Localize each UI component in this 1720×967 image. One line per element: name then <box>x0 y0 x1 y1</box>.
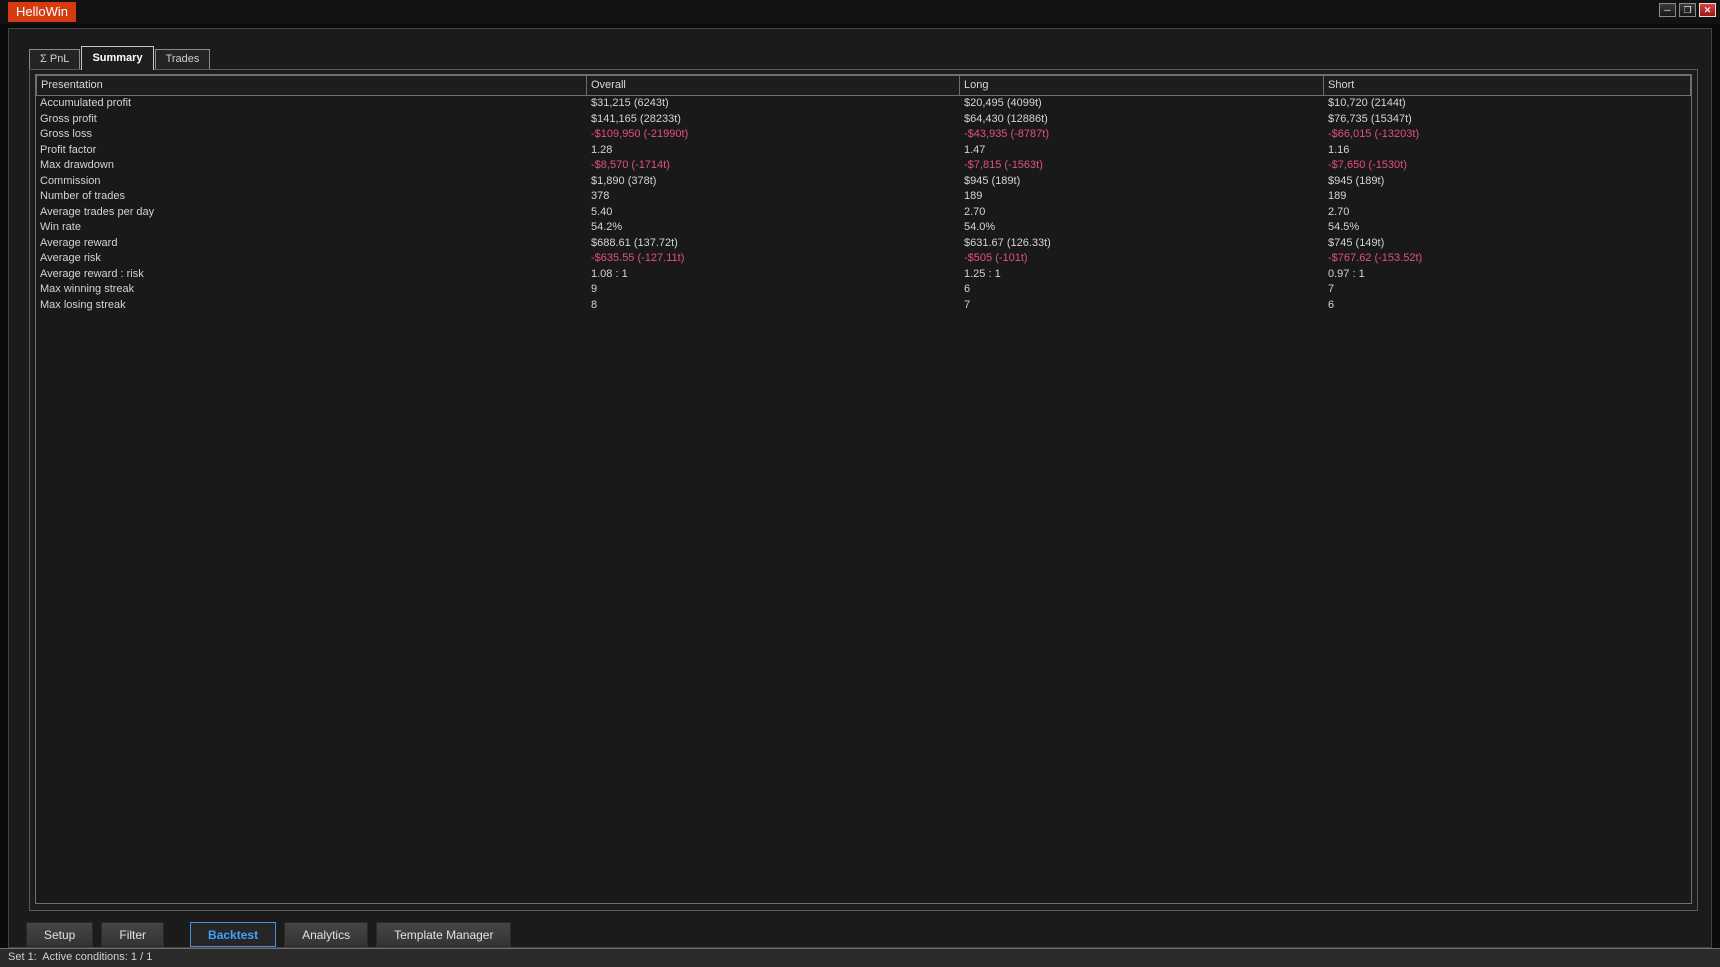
value-short: 54.5% <box>1328 221 1360 233</box>
row-label: Gross profit <box>40 112 97 125</box>
table-row[interactable]: Commission $1,890 (378t) $945 (189t) $945 (… <box>36 174 1691 190</box>
value-long: $20,495 (4099t) <box>964 97 1042 109</box>
bottom-tab-filter[interactable]: Filter <box>101 921 165 947</box>
value-overall: 8 <box>591 298 598 311</box>
table-row[interactable]: Gross loss -$109,950 (-21990t) -$43,935 (-… <box>36 127 1691 143</box>
row-label: Average reward : risk <box>40 267 144 280</box>
value-long: 189 <box>964 190 983 202</box>
tab--pnl[interactable]: Σ PnL <box>29 49 81 69</box>
value-short: $745 (149t) <box>1328 236 1385 249</box>
table-row[interactable]: Max winning streak 9 6 7 <box>36 282 1691 298</box>
value-overall: -$109,950 (-21990t) <box>591 128 689 140</box>
value-long: 1.47 <box>964 143 986 156</box>
row-label: Number of trades <box>40 190 125 202</box>
table-row[interactable]: Max drawdown -$8,570 (-1714t) -$7,815 (-15… <box>36 158 1691 174</box>
restore-icon[interactable]: ❐ <box>1679 3 1696 17</box>
value-long: $631.67 (126.33t) <box>964 236 1051 249</box>
table-row[interactable]: Accumulated profit $31,215 (6243t) $20,495… <box>36 96 1691 112</box>
bottom-tab-analytics[interactable]: Analytics <box>284 921 369 947</box>
table-row[interactable]: Number of trades 378 189 189 <box>36 189 1691 205</box>
minimize-icon[interactable]: ─ <box>1659 3 1676 17</box>
row-label: Max losing streak <box>40 298 126 311</box>
table-body: Accumulated profit $31,215 (6243t) $20,495… <box>36 96 1691 313</box>
value-overall: 54.2% <box>591 221 623 233</box>
column-header-long[interactable]: Long <box>960 75 1324 96</box>
table-header-row: Presentation Overall Long Short <box>36 75 1691 96</box>
table-row[interactable]: Max losing streak 8 7 6 <box>36 298 1691 314</box>
value-short: -$66,015 (-13203t) <box>1328 128 1420 140</box>
value-overall: 1.28 <box>591 143 613 156</box>
window-title: HelloWin <box>8 2 77 22</box>
bottom-tab-setup[interactable]: Setup <box>26 921 94 947</box>
value-long: -$43,935 (-8787t) <box>964 128 1049 140</box>
tab-trades[interactable]: Trades <box>154 49 211 69</box>
row-label: Average trades per day <box>40 205 155 218</box>
row-label: Win rate <box>40 221 81 233</box>
value-short: 189 <box>1328 190 1347 202</box>
value-long: 6 <box>964 283 971 295</box>
value-overall: $141,165 (28233t) <box>591 112 681 125</box>
top-tab-strip: Σ PnL Summary Trades <box>29 45 211 70</box>
status-bar: Set 1: Active conditions: 1 / 1 <box>0 948 1720 967</box>
value-long: -$505 (-101t) <box>964 252 1028 264</box>
row-label: Max drawdown <box>40 159 114 171</box>
close-icon[interactable]: ✕ <box>1699 3 1716 17</box>
value-short: 7 <box>1328 283 1335 295</box>
row-label: Gross loss <box>40 128 92 140</box>
table-row[interactable]: Gross profit $141,165 (28233t) $64,430 (12… <box>36 112 1691 128</box>
app-window: { "window": { "title": "HelloWin", "cont… <box>0 0 1720 967</box>
client-panel: Σ PnL Summary Trades Presentation Overall Lo… <box>8 28 1712 948</box>
table-row[interactable]: Average reward : risk 1.08 : 1 1.25 : 1 0.9… <box>36 267 1691 283</box>
value-long: 1.25 : 1 <box>964 267 1001 280</box>
bottom-tab-template-manager[interactable]: Template Manager <box>376 921 512 947</box>
summary-table: Presentation Overall Long Short Accumulated… <box>35 74 1692 904</box>
value-short: 0.97 : 1 <box>1328 267 1365 280</box>
value-long: 7 <box>964 298 971 311</box>
value-overall: -$635.55 (-127.11t) <box>591 252 685 264</box>
value-short: -$767.62 (-153.52t) <box>1328 252 1423 264</box>
value-long: 54.0% <box>964 221 996 233</box>
value-overall: -$8,570 (-1714t) <box>591 159 670 171</box>
value-long: $945 (189t) <box>964 174 1021 187</box>
table-row[interactable]: Average trades per day 5.40 2.70 2.70 <box>36 205 1691 221</box>
value-overall: 5.40 <box>591 205 613 218</box>
table-row[interactable]: Profit factor 1.28 1.47 1.16 <box>36 143 1691 159</box>
tab-summary[interactable]: Summary <box>81 46 154 70</box>
value-long: $64,430 (12886t) <box>964 112 1048 125</box>
row-label: Max winning streak <box>40 283 135 295</box>
summary-tab-page: Presentation Overall Long Short Accumulated… <box>29 69 1698 911</box>
status-text: Set 1: Active conditions: 1 / 1 <box>8 951 153 963</box>
table-row[interactable]: Win rate 54.2% 54.0% 54.5% <box>36 220 1691 236</box>
value-long: -$7,815 (-1563t) <box>964 159 1043 171</box>
value-short: 1.16 <box>1328 143 1350 156</box>
value-short: $10,720 (2144t) <box>1328 97 1406 109</box>
row-label: Commission <box>40 174 101 187</box>
column-header-overall[interactable]: Overall <box>587 75 960 96</box>
value-overall: 1.08 : 1 <box>591 267 628 280</box>
column-header-presentation[interactable]: Presentation <box>36 75 587 96</box>
row-label: Profit factor <box>40 143 97 156</box>
value-overall: $688.61 (137.72t) <box>591 236 678 249</box>
window-controls: ─ ❐ ✕ <box>1659 3 1716 17</box>
value-short: $76,735 (15347t) <box>1328 112 1412 125</box>
value-short: -$7,650 (-1530t) <box>1328 159 1407 171</box>
value-overall: 9 <box>591 283 598 295</box>
bottom-tab-strip: Setup Filter Backtest Analytics Template Man… <box>26 921 512 947</box>
row-label: Average reward <box>40 236 118 249</box>
value-short: 6 <box>1328 298 1335 311</box>
value-overall: 378 <box>591 190 610 202</box>
value-short: 2.70 <box>1328 205 1350 218</box>
row-label: Accumulated profit <box>40 97 132 109</box>
value-overall: $31,215 (6243t) <box>591 97 669 109</box>
table-row[interactable]: Average risk -$635.55 (-127.11t) -$505 (-1… <box>36 251 1691 267</box>
value-short: $945 (189t) <box>1328 174 1385 187</box>
table-row[interactable]: Average reward $688.61 (137.72t) $631.67 (… <box>36 236 1691 252</box>
row-label: Average risk <box>40 252 101 264</box>
title-bar: HelloWin ─ ❐ ✕ <box>0 0 1720 24</box>
column-header-short[interactable]: Short <box>1324 75 1691 96</box>
bottom-tab-backtest[interactable]: Backtest <box>190 921 277 947</box>
value-overall: $1,890 (378t) <box>591 174 657 187</box>
value-long: 2.70 <box>964 205 986 218</box>
